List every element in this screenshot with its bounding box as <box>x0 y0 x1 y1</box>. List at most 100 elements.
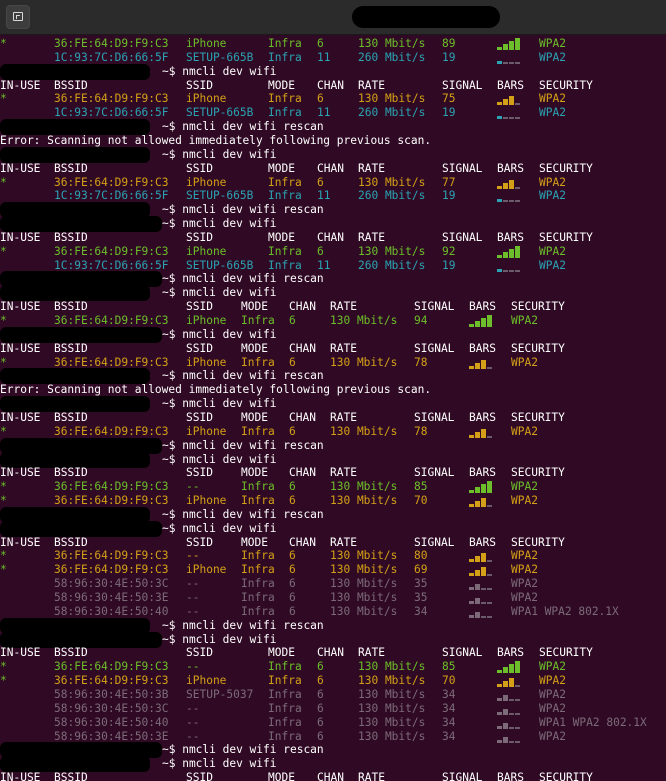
cell-mode: Infra <box>241 355 275 369</box>
cell-security: WPA2 <box>539 175 566 189</box>
cell-signal: 19 <box>442 106 456 120</box>
prompt-redacted <box>0 119 150 136</box>
signal-bars <box>497 38 527 50</box>
cell-ssid: SSID <box>186 771 213 781</box>
cell-chan: 11 <box>317 106 331 120</box>
signal-bar-3 <box>481 602 486 604</box>
cell-rate: RATE <box>330 466 357 480</box>
signal-bar-4 <box>487 560 492 563</box>
signal-bars <box>497 661 527 674</box>
command-text: ~$ nmcli dev wifi <box>162 64 277 78</box>
signal-bars <box>469 592 499 604</box>
cell-mode: Infra <box>241 604 275 618</box>
cell-security: WPA2 <box>511 577 538 591</box>
signal-bars <box>497 260 527 272</box>
cell-security: SECURITY <box>539 78 593 92</box>
cell-security: SECURITY <box>539 161 593 175</box>
cell-signal: 85 <box>442 660 456 674</box>
new-tab-button[interactable] <box>6 5 30 29</box>
cell-security: WPA2 <box>511 549 538 563</box>
window-title-redacted <box>352 6 500 28</box>
cell-bssid: BSSID <box>54 341 88 355</box>
cell-security: SECURITY <box>511 535 565 549</box>
signal-bar-4 <box>487 602 492 604</box>
signal-bar-4 <box>515 712 520 715</box>
cell-inuse: * <box>0 563 7 577</box>
cell-rate: 130 Mbit/s <box>358 674 426 688</box>
cell-ssid: SETUP-665B <box>186 106 254 120</box>
cell-rate: 260 Mbit/s <box>358 106 426 120</box>
table-row: * 36:FE:64:D9:F9:C3 iPhone Infra 6 130 Mbit/s… <box>0 37 666 51</box>
cell-signal: SIGNAL <box>414 300 455 314</box>
cell-inuse: IN-USE <box>0 78 41 92</box>
cell-ssid: SSID <box>186 646 213 660</box>
cell-ssid: SSID <box>186 410 213 424</box>
prompt-redacted <box>0 146 150 163</box>
signal-bar-4 <box>515 245 520 258</box>
table-row: 58:96:30:4E:50:3C -- Infra 6 130 Mbit/s 35 WPA… <box>0 577 666 591</box>
cell-security: WPA2 <box>539 37 566 50</box>
cell-inuse: IN-USE <box>0 410 41 424</box>
command-line: ~$ nmcli dev wifi <box>0 756 666 773</box>
table-header: IN-USE BSSID SSID MODE CHAN RATE SIGNAL BARS SEC… <box>0 536 666 550</box>
command-text: ~$ nmcli dev wifi rescan <box>162 369 324 383</box>
cell-mode: MODE <box>268 771 295 781</box>
signal-bars <box>497 52 527 64</box>
cell-bssid: 36:FE:64:D9:F9:C3 <box>54 92 169 106</box>
cell-signal: 80 <box>414 549 428 563</box>
cell-rate: 130 Mbit/s <box>330 480 398 494</box>
command-line: ~$ nmcli dev wifi <box>0 146 666 163</box>
cell-security: WPA2 <box>539 729 566 743</box>
cell-chan: 6 <box>317 660 324 674</box>
cell-security: WPA2 <box>511 480 538 494</box>
command-line: ~$ nmcli dev wifi <box>0 285 666 302</box>
table-row: * 36:FE:64:D9:F9:C3 iPhone Infra 6 130 Mbit/s… <box>0 245 666 259</box>
cell-signal: 35 <box>414 591 428 604</box>
signal-bar-3 <box>509 269 514 272</box>
cell-rate: 130 Mbit/s <box>330 494 398 508</box>
signal-bars <box>497 107 527 120</box>
terminal-output[interactable]: * 36:FE:64:D9:F9:C3 iPhone Infra 6 130 Mbit/s… <box>0 34 666 781</box>
cell-bssid: 36:FE:64:D9:F9:C3 <box>54 563 169 577</box>
cell-signal: SIGNAL <box>414 341 455 355</box>
cell-signal: 70 <box>442 674 456 688</box>
signal-bar-2 <box>503 722 508 729</box>
signal-bar-2 <box>475 598 480 604</box>
cell-security: WPA2 <box>511 424 538 438</box>
signal-bar-1 <box>497 697 502 701</box>
signal-bar-2 <box>503 99 508 106</box>
signal-bar-1 <box>497 102 502 106</box>
cell-inuse: IN-USE <box>0 535 41 549</box>
cell-chan: 6 <box>317 687 324 701</box>
signal-bar-2 <box>503 269 508 272</box>
command-text: ~$ nmcli dev wifi <box>162 327 277 341</box>
signal-bars <box>497 675 527 688</box>
cell-bssid: 36:FE:64:D9:F9:C3 <box>54 494 169 508</box>
cell-rate: RATE <box>358 646 385 660</box>
cell-bssid: 36:FE:64:D9:F9:C3 <box>54 37 169 50</box>
cell-signal: 77 <box>442 175 456 189</box>
signal-bar-3 <box>509 678 514 688</box>
cell-rate: 130 Mbit/s <box>330 577 398 591</box>
cell-ssid: iPhone <box>186 314 227 327</box>
cell-bssid: 58:96:30:4E:50:40 <box>54 715 169 729</box>
cell-rate: 130 Mbit/s <box>358 729 426 743</box>
cell-mode: Infra <box>268 244 302 258</box>
cell-rate: RATE <box>330 341 357 355</box>
cell-security: SECURITY <box>539 230 593 244</box>
cell-mode: MODE <box>268 78 295 92</box>
cell-bars-header: BARS <box>497 646 524 660</box>
cell-bssid: 58:96:30:4E:50:3B <box>54 687 169 701</box>
cell-bssid: BSSID <box>54 466 88 480</box>
cell-chan: CHAN <box>289 341 316 355</box>
cell-ssid: -- <box>186 480 200 494</box>
table-row: * 36:FE:64:D9:F9:C3 iPhone Infra 6 130 Mbit/s… <box>0 425 666 439</box>
cell-bars-header: BARS <box>469 341 496 355</box>
prompt-redacted <box>0 631 162 648</box>
cell-chan: 6 <box>289 563 296 577</box>
cell-ssid: iPhone <box>186 175 227 189</box>
command-text: ~$ nmcli dev wifi rescan <box>162 618 324 632</box>
cell-rate: RATE <box>358 78 385 92</box>
cell-mode: Infra <box>241 424 275 438</box>
table-header: IN-USE BSSID SSID MODE CHAN RATE SIGNAL BARS SEC… <box>0 646 666 660</box>
